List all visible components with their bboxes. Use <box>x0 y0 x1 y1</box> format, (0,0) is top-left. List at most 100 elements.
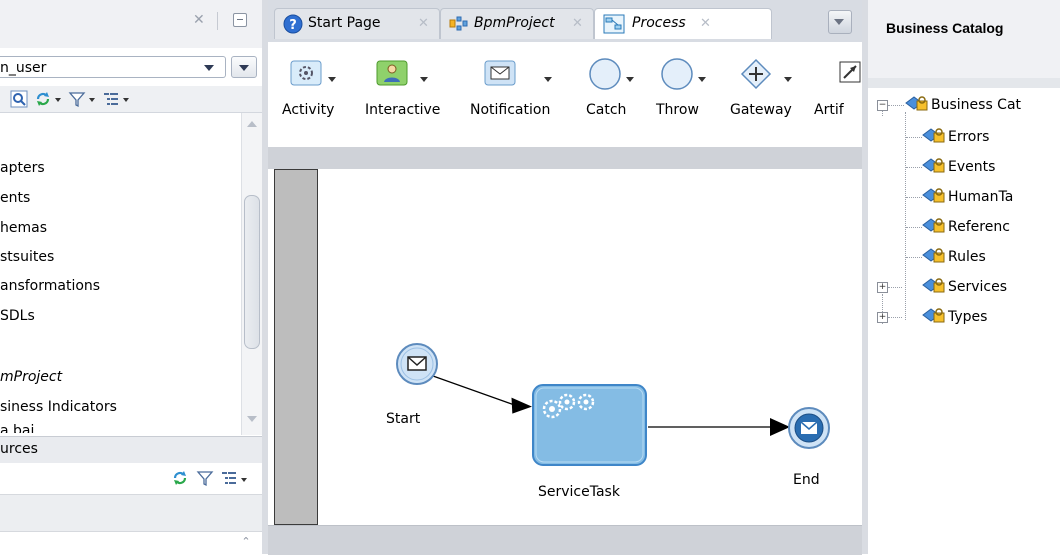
expand-icon[interactable]: + <box>877 282 888 293</box>
tree-item-errors[interactable]: Errors <box>922 126 989 148</box>
project-tree: apters ents hemas stsuites ansformations… <box>0 113 240 435</box>
refresh-icon[interactable] <box>34 90 52 108</box>
resources-content <box>0 494 262 532</box>
application-select-value: n_user <box>0 60 47 76</box>
tree-guide <box>888 287 902 288</box>
close-tab-icon[interactable]: ✕ <box>700 16 711 31</box>
chevron-down-icon <box>626 77 634 82</box>
service-task[interactable] <box>532 384 647 466</box>
interactive-user-icon <box>376 60 408 86</box>
catalog-item-icon <box>922 278 945 293</box>
tree-item-referenc[interactable]: Referenc <box>922 216 1010 238</box>
view-options-icon[interactable] <box>220 469 238 487</box>
palette-label: Notification <box>470 102 551 118</box>
tree-item-events[interactable]: Events <box>922 156 995 178</box>
catalog-item-icon <box>922 158 945 173</box>
tree-item-label: Rules <box>948 249 986 265</box>
service-task-label: ServiceTask <box>538 484 620 500</box>
palette-notification[interactable]: Notification <box>466 42 564 130</box>
canvas-scrollbar[interactable] <box>268 525 862 555</box>
chevron-down-icon[interactable] <box>241 478 247 482</box>
expand-collapse-icon[interactable]: ⌃ <box>238 535 254 551</box>
tree-guide <box>888 317 902 318</box>
tree-item-label: Types <box>948 309 988 325</box>
resources-title: urces <box>0 441 38 457</box>
palette-throw[interactable]: Throw <box>656 42 716 130</box>
scrollbar-thumb[interactable] <box>244 195 260 349</box>
tab-process[interactable]: Process ✕ <box>594 8 772 39</box>
palette-activity[interactable]: Activity <box>268 42 338 130</box>
filter-icon[interactable] <box>196 469 214 487</box>
close-icon[interactable]: ✕ <box>193 12 209 28</box>
application-menu-button[interactable] <box>231 56 257 78</box>
scroll-up-icon[interactable] <box>247 121 257 127</box>
gateway-diamond-icon <box>740 58 772 90</box>
envelope-icon <box>484 60 516 86</box>
tree-item-humanta[interactable]: HumanTa <box>922 186 1013 208</box>
tree-item[interactable]: siness Indicators <box>0 397 117 417</box>
header-divider <box>868 78 1060 88</box>
palette-label: Artif <box>814 102 844 118</box>
catalog-item-icon <box>922 128 945 143</box>
palette-catch[interactable]: Catch <box>586 42 648 130</box>
process-icon <box>603 14 625 34</box>
tree-item[interactable]: apters <box>0 158 45 178</box>
filter-icon[interactable] <box>68 90 86 108</box>
palette-label: Gateway <box>730 102 792 118</box>
business-catalog-panel: Business Catalog − Business Cat Errors Ev… <box>868 0 1060 554</box>
chevron-down-icon[interactable] <box>89 98 95 102</box>
business-catalog-header: Business Catalog <box>868 0 1060 78</box>
refresh-icon[interactable] <box>171 469 189 487</box>
tree-item-label: HumanTa <box>948 189 1014 205</box>
tree-item-project[interactable]: mProject <box>0 367 62 387</box>
catalog-item-icon <box>922 248 945 263</box>
tree-item[interactable]: hemas <box>0 218 47 238</box>
project-icon <box>449 16 468 31</box>
tree-item[interactable]: ansformations <box>0 276 100 296</box>
editor-tab-bar: ? Start Page ✕ BpmProject ✕ Process ✕ <box>268 0 862 42</box>
catalog-item-icon <box>922 188 945 203</box>
navigator-scrollbar[interactable] <box>241 113 262 435</box>
tree-item-label: Errors <box>948 129 990 145</box>
chevron-down-icon <box>698 77 706 82</box>
tree-item[interactable]: stsuites <box>0 247 54 267</box>
tree-item[interactable]: SDLs <box>0 306 35 326</box>
end-event[interactable] <box>788 407 830 449</box>
tree-guide <box>906 197 922 198</box>
tree-item[interactable]: a bai <box>0 421 34 433</box>
activity-gear-icon <box>290 60 322 86</box>
palette-label: Throw <box>656 102 699 118</box>
tree-item-services[interactable]: Services <box>922 276 1007 298</box>
minimize-icon[interactable] <box>233 13 247 27</box>
find-icon[interactable] <box>10 90 28 108</box>
palette-gateway[interactable]: Gateway <box>730 42 808 130</box>
tab-start-page[interactable]: ? Start Page ✕ <box>274 8 440 39</box>
tab-label: Process <box>632 15 686 31</box>
tree-guide <box>906 227 922 228</box>
scroll-down-icon[interactable] <box>247 416 257 422</box>
catalog-children: Errors Events HumanTa Referenc Rules + Service… <box>868 88 1060 554</box>
arrowhead <box>511 397 532 414</box>
tree-item[interactable]: ents <box>0 188 30 208</box>
tab-label: BpmProject <box>474 15 555 31</box>
tree-guide <box>906 137 922 138</box>
start-event[interactable] <box>396 343 438 385</box>
application-select[interactable]: n_user <box>0 56 226 78</box>
tab-bpm-project[interactable]: BpmProject ✕ <box>440 8 594 39</box>
help-circle-icon: ? <box>283 14 303 34</box>
palette-interactive[interactable]: Interactive <box>348 42 440 130</box>
palette-artifact[interactable]: Artif <box>814 42 862 130</box>
tree-item-rules[interactable]: Rules <box>922 246 986 268</box>
view-options-icon[interactable] <box>102 90 120 108</box>
divider <box>217 12 218 30</box>
chevron-down-icon[interactable] <box>123 98 129 102</box>
catch-circle-icon <box>589 58 621 90</box>
tab-list-button[interactable] <box>828 10 852 34</box>
chevron-down-icon[interactable] <box>55 98 61 102</box>
resources-header[interactable]: urces <box>0 436 262 464</box>
close-tab-icon[interactable]: ✕ <box>572 16 583 31</box>
close-tab-icon[interactable]: ✕ <box>418 16 429 31</box>
application-navigator-panel: ✕ n_user apters ents hemas stsuites ansf… <box>0 0 262 554</box>
expand-icon[interactable]: + <box>877 312 888 323</box>
tree-item-types[interactable]: Types <box>922 306 987 328</box>
